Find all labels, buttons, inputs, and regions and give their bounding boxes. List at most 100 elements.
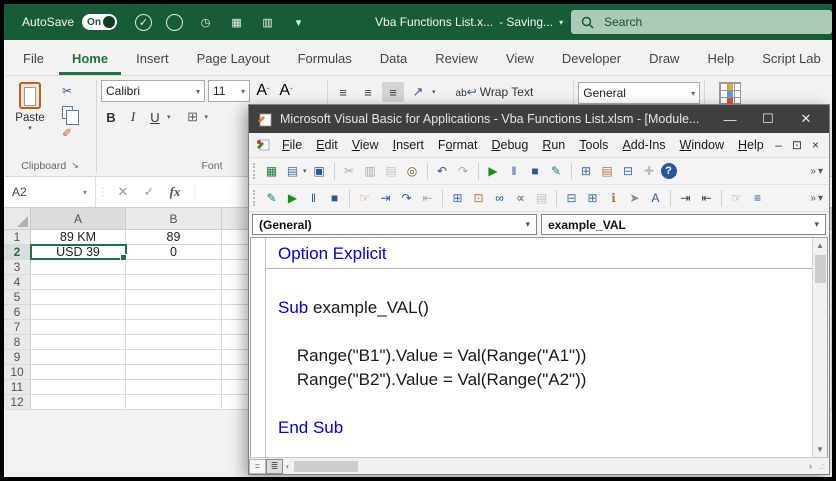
- cell-A8[interactable]: [31, 335, 126, 349]
- align-bottom-button[interactable]: ≡: [382, 82, 404, 102]
- code-line[interactable]: [278, 392, 812, 416]
- number-format-combo[interactable]: General ▾: [578, 82, 700, 104]
- qat-overflow-chevron[interactable]: ▾: [290, 14, 307, 31]
- code-line[interactable]: [278, 272, 812, 296]
- font-size-combo[interactable]: 11 ▾: [208, 80, 250, 102]
- column-header-b[interactable]: B: [126, 208, 222, 229]
- step-over-icon[interactable]: ↷: [397, 189, 416, 208]
- cell-A6[interactable]: [31, 305, 126, 319]
- child-minimize-button[interactable]: –: [775, 138, 782, 152]
- minimize-button[interactable]: —: [711, 105, 749, 133]
- clipboard-dialog-launcher[interactable]: ↘: [71, 160, 79, 172]
- tab-script-lab[interactable]: Script Lab: [749, 43, 832, 75]
- cell-B9[interactable]: [126, 350, 222, 364]
- row-header-6[interactable]: 6: [4, 305, 31, 319]
- menu-help[interactable]: Help: [731, 135, 771, 155]
- tab-data[interactable]: Data: [367, 43, 420, 75]
- view-excel-icon[interactable]: ▦: [262, 162, 281, 181]
- procedure-view-button[interactable]: =: [249, 459, 266, 474]
- menu-add-ins[interactable]: Add-Ins: [615, 135, 672, 155]
- redo-icon[interactable]: ↷: [454, 162, 473, 181]
- increase-font-button[interactable]: Aˆ: [253, 81, 273, 101]
- toggle-breakpoint-icon[interactable]: ☞: [355, 189, 374, 208]
- cell-A10[interactable]: [31, 365, 126, 379]
- design-mode-icon[interactable]: ✎: [262, 189, 281, 208]
- cell-B4[interactable]: [126, 275, 222, 289]
- step-out-icon[interactable]: ⇤: [418, 189, 437, 208]
- vertical-scrollbar[interactable]: ▲ ▼: [812, 238, 827, 457]
- scroll-left-arrow[interactable]: ‹: [283, 461, 292, 471]
- procedure-combo[interactable]: example_VAL ▾: [541, 214, 826, 235]
- menu-format[interactable]: Format: [431, 135, 485, 155]
- scrollbar-thumb[interactable]: [815, 255, 826, 283]
- cell-A3[interactable]: [31, 260, 126, 274]
- underline-caret-icon[interactable]: ▾: [167, 113, 171, 121]
- immediate-window-icon[interactable]: ⊡: [469, 189, 488, 208]
- cut-icon[interactable]: ✂: [340, 162, 359, 181]
- tab-review[interactable]: Review: [422, 43, 491, 75]
- tab-help[interactable]: Help: [694, 43, 747, 75]
- name-box[interactable]: A2 ▾: [4, 177, 96, 207]
- toolbar-grip[interactable]: [253, 190, 257, 206]
- cell-B7[interactable]: [126, 320, 222, 334]
- row-header-8[interactable]: 8: [4, 335, 31, 349]
- properties-window-icon[interactable]: ▤: [598, 162, 617, 181]
- cell-B11[interactable]: [126, 380, 222, 394]
- cell-B3[interactable]: [126, 260, 222, 274]
- toolbox-icon[interactable]: ✚: [640, 162, 659, 181]
- toolbar-grip[interactable]: [253, 163, 257, 179]
- close-button[interactable]: ✕: [787, 105, 825, 133]
- format-painter-button[interactable]: ✐: [56, 124, 78, 142]
- cell-A1[interactable]: 89 KM: [31, 230, 126, 244]
- column-header-a[interactable]: A: [31, 208, 126, 229]
- cell-B10[interactable]: [126, 365, 222, 379]
- row-header-11[interactable]: 11: [4, 380, 31, 394]
- insert-userform-icon[interactable]: ▤: [283, 162, 302, 181]
- code-line[interactable]: Range("B1").Value = Val(Range("A1")): [278, 344, 812, 368]
- find-icon[interactable]: ◎: [403, 162, 422, 181]
- object-browser-icon[interactable]: ⊟: [619, 162, 638, 181]
- scroll-up-arrow[interactable]: ▲: [813, 238, 827, 253]
- child-restore-button[interactable]: ⊡: [792, 138, 802, 152]
- row-header-10[interactable]: 10: [4, 365, 31, 379]
- borders-caret-icon[interactable]: ▾: [205, 113, 209, 121]
- enter-button[interactable]: ✓: [136, 184, 162, 200]
- vba-titlebar[interactable]: Microsoft Visual Basic for Applications …: [249, 105, 829, 133]
- row-header-7[interactable]: 7: [4, 320, 31, 334]
- scroll-down-arrow[interactable]: ▼: [813, 442, 827, 457]
- conditional-formatting-icon[interactable]: [719, 82, 741, 104]
- call-stack-icon[interactable]: ▤: [532, 189, 551, 208]
- chart-icon[interactable]: ▥: [259, 14, 276, 31]
- cell-B6[interactable]: [126, 305, 222, 319]
- reset-icon[interactable]: ■: [526, 162, 545, 181]
- list-constants-icon[interactable]: ⊞: [583, 189, 602, 208]
- orientation-button[interactable]: ↗: [407, 82, 429, 102]
- borders-button[interactable]: ⊞: [183, 107, 203, 127]
- cell-B2[interactable]: 0: [126, 245, 222, 259]
- cell-B1[interactable]: 89: [126, 230, 222, 244]
- menu-debug[interactable]: Debug: [484, 135, 535, 155]
- code-line[interactable]: Range("B2").Value = Val(Range("A2")): [278, 368, 812, 392]
- calendar-icon[interactable]: ▦: [228, 14, 245, 31]
- quick-watch-icon[interactable]: ∝: [511, 189, 530, 208]
- save-icon[interactable]: ▣: [310, 162, 329, 181]
- tab-draw[interactable]: Draw: [636, 43, 692, 75]
- tab-formulas[interactable]: Formulas: [285, 43, 365, 75]
- orientation-caret-icon[interactable]: ▾: [432, 88, 436, 96]
- cell-B5[interactable]: [126, 290, 222, 304]
- check-circle-icon[interactable]: ✓: [135, 14, 152, 31]
- code-line[interactable]: End Sub: [278, 416, 812, 440]
- list-properties-icon[interactable]: ⊟: [562, 189, 581, 208]
- cell-B8[interactable]: [126, 335, 222, 349]
- help-icon[interactable]: ?: [661, 163, 677, 179]
- cell-A2[interactable]: USD 39: [31, 245, 126, 259]
- menu-file[interactable]: File: [275, 135, 309, 155]
- complete-word-icon[interactable]: A: [646, 189, 665, 208]
- select-all-button[interactable]: [4, 208, 31, 229]
- run-icon[interactable]: ▶: [484, 162, 503, 181]
- align-top-button[interactable]: ≡: [332, 82, 354, 102]
- watch-window-icon[interactable]: ∞: [490, 189, 509, 208]
- paste-icon[interactable]: ▤: [382, 162, 401, 181]
- project-explorer-icon[interactable]: ⊞: [577, 162, 596, 181]
- toolbar-overflow-button[interactable]: »▾: [810, 193, 827, 204]
